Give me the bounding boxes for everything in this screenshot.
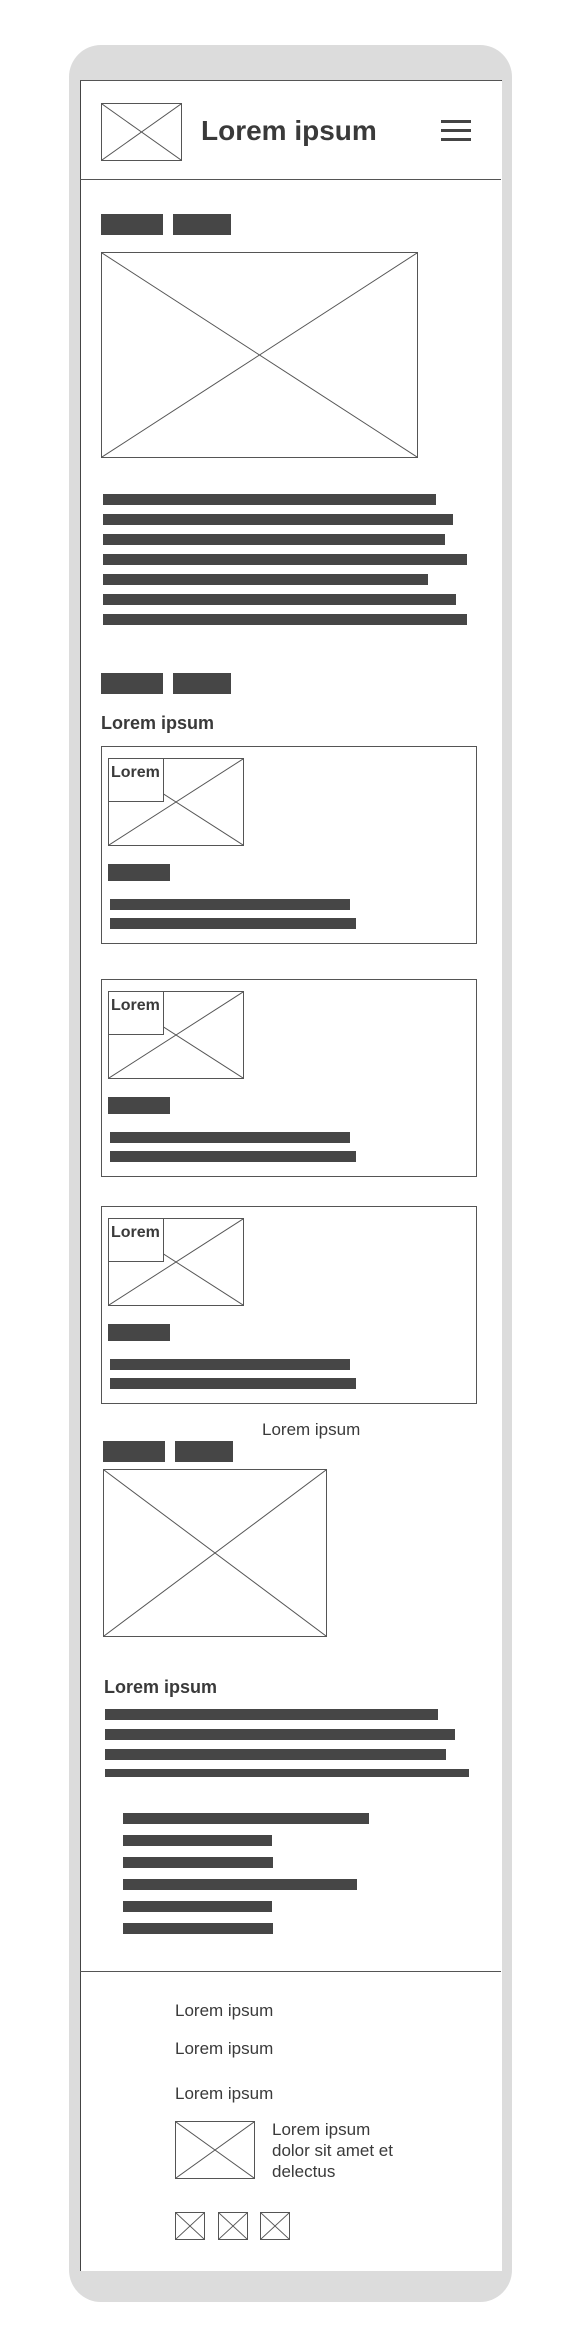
text-line	[103, 514, 453, 525]
footer-top-rule	[80, 1971, 501, 1972]
card-badge: Lorem	[108, 1218, 164, 1262]
list-item[interactable]	[123, 1901, 272, 1912]
text-line	[103, 574, 428, 585]
card-subtitle	[108, 1324, 170, 1341]
card-subtitle	[108, 1097, 170, 1114]
header-bottom-rule	[80, 179, 501, 180]
list-item[interactable]	[123, 1857, 273, 1868]
text-line	[110, 1132, 350, 1143]
social-icon[interactable]	[218, 2212, 248, 2240]
text-line	[110, 1359, 350, 1370]
contact-text-line: Lorem ipsum	[272, 2120, 371, 2139]
text-line	[105, 1709, 438, 1720]
site-title: Lorem ipsum	[201, 115, 377, 146]
text-line	[110, 1378, 356, 1389]
text-line	[103, 554, 467, 565]
logo-image-icon[interactable]	[101, 103, 182, 161]
section-heading: Lorem ipsum	[101, 713, 215, 733]
text-line	[103, 614, 467, 625]
list-item[interactable]	[123, 1835, 272, 1846]
list-item[interactable]	[123, 1813, 369, 1824]
tag-1[interactable]	[101, 214, 163, 235]
tag-2[interactable]	[173, 214, 231, 235]
text-line	[103, 534, 445, 545]
text-line	[103, 494, 436, 505]
contact-text-line: delectus	[272, 2162, 336, 2181]
card-badge: Lorem	[108, 758, 164, 802]
footer-link[interactable]: Lorem ipsum	[175, 2001, 273, 2021]
text-line	[105, 1769, 469, 1777]
text-line	[105, 1749, 446, 1760]
card-badge: Lorem	[108, 991, 164, 1035]
section-heading: Lorem ipsum	[104, 1677, 218, 1697]
section-caption: Lorem ipsum	[262, 1420, 361, 1439]
card-subtitle	[108, 864, 170, 881]
footer-link[interactable]: Lorem ipsum	[175, 2039, 273, 2059]
footer-link[interactable]: Lorem ipsum	[175, 2084, 273, 2104]
feature-image-icon	[103, 1469, 327, 1637]
social-icon[interactable]	[175, 2212, 205, 2240]
contact-text-line: dolor sit amet et	[272, 2141, 393, 2160]
social-icon[interactable]	[260, 2212, 290, 2240]
tag-2[interactable]	[175, 1441, 233, 1462]
list-item[interactable]	[123, 1879, 357, 1890]
list-item[interactable]	[123, 1923, 273, 1934]
hero-image-icon	[101, 252, 418, 458]
tag-1[interactable]	[103, 1441, 165, 1462]
hamburger-menu-icon[interactable]	[441, 120, 471, 142]
text-line	[105, 1729, 455, 1740]
contact-image-icon	[175, 2121, 255, 2179]
text-line	[110, 1151, 356, 1162]
tag-1[interactable]	[101, 673, 163, 694]
text-line	[110, 899, 350, 910]
tag-2[interactable]	[173, 673, 231, 694]
text-line	[103, 594, 456, 605]
header-top-rule	[80, 80, 501, 81]
text-line	[110, 918, 356, 929]
